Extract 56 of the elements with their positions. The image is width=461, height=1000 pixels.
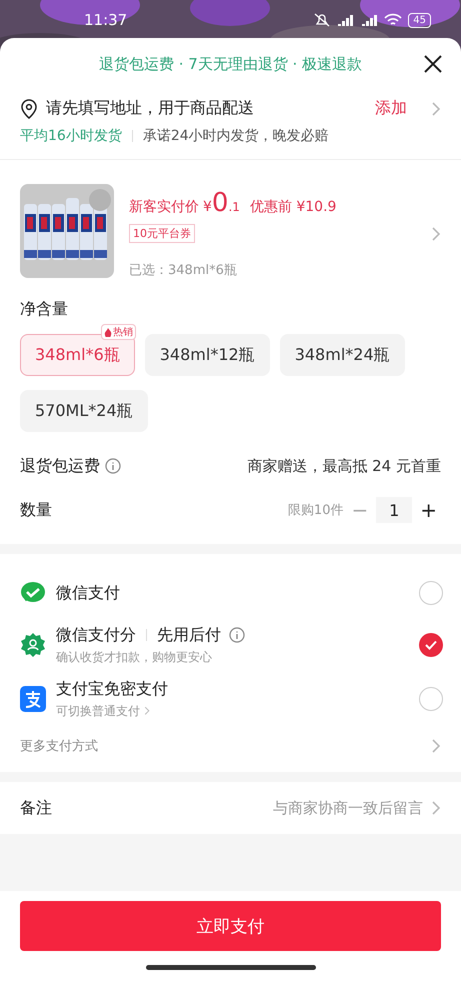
add-address-link[interactable]: 添加 — [375, 98, 407, 119]
radio-button[interactable] — [419, 687, 443, 711]
address-prompt[interactable]: 请先填写地址，用于商品配送 — [46, 98, 367, 119]
currency-sign: ¥ — [203, 199, 212, 215]
coupon-tag: 10元平台券 — [129, 224, 195, 243]
chevron-right-icon — [431, 800, 441, 816]
payment-option[interactable]: 微信支付分 先用后付 确认收货才扣款，购物更安心 — [0, 618, 461, 672]
battery-icon: 45 — [408, 12, 431, 28]
row-label: 退货包运费 — [20, 456, 100, 476]
signal-icon — [336, 14, 354, 26]
chevron-right-icon — [431, 738, 441, 754]
spec-option[interactable]: 570ML*24瓶 — [20, 390, 148, 432]
signal-icon — [360, 14, 378, 26]
header-title: 退货包运费 · 7天无理由退货 · 极速退款 — [98, 54, 362, 74]
alipay-icon — [20, 686, 46, 712]
purchase-limit: 限购10件 — [288, 502, 344, 519]
radio-button[interactable] — [419, 633, 443, 657]
spec-option[interactable]: 348ml*12瓶 — [144, 334, 270, 376]
checkmark-icon — [425, 640, 437, 650]
row-label: 备注 — [20, 798, 52, 818]
row-value: 商家赠送，最高抵 24 元首重 — [247, 456, 441, 476]
location-pin-icon — [20, 98, 38, 118]
payment-subtitle: 可切换普通支付 — [56, 702, 140, 720]
shipping-note: 承诺24小时内发货，晚发必赔 — [142, 127, 329, 145]
shipping-time-text: 平均16小时发货 — [20, 127, 122, 145]
payment-option[interactable]: 支付宝免密支付 可切换普通支付 — [0, 672, 461, 726]
info-icon[interactable] — [229, 627, 245, 643]
payment-name: 微信支付分 — [56, 624, 136, 646]
spec-option[interactable]: 348ml*24瓶 — [280, 334, 405, 376]
more-payments-link[interactable]: 更多支付方式 — [20, 737, 98, 755]
radio-button[interactable] — [419, 581, 443, 605]
flame-icon — [104, 328, 112, 336]
price-integer: 0 — [212, 188, 228, 218]
pay-button[interactable]: 立即支付 — [20, 901, 441, 951]
payment-name: 微信支付 — [56, 582, 120, 604]
info-icon[interactable] — [105, 458, 121, 474]
quantity-field[interactable]: 1 — [376, 497, 412, 523]
payment-option[interactable]: 微信支付 — [0, 568, 461, 618]
payment-tag: 先用后付 — [157, 624, 221, 646]
selected-spec: 已选：348ml*6瓶 — [129, 262, 238, 279]
badge-icon — [20, 632, 46, 658]
increment-button[interactable]: + — [416, 498, 441, 522]
original-price: 优惠前 ¥10.9 — [250, 198, 336, 216]
row-label: 数量 — [20, 500, 52, 520]
bell-muted-icon — [314, 13, 330, 27]
price-label: 新客实付价 — [129, 198, 199, 216]
chevron-right-icon — [144, 706, 150, 716]
chevron-right-icon — [431, 226, 441, 242]
payment-subtitle: 确认收货才扣款，购物更安心 — [56, 648, 212, 666]
status-time: 11:37 — [84, 11, 128, 29]
price-decimal: .1 — [228, 200, 240, 214]
wifi-icon — [384, 13, 402, 27]
payment-name: 支付宝免密支付 — [56, 678, 168, 700]
chevron-right-icon — [431, 100, 441, 116]
section-title: 净含量 — [20, 299, 69, 320]
hot-tag: 热销 — [100, 324, 136, 340]
